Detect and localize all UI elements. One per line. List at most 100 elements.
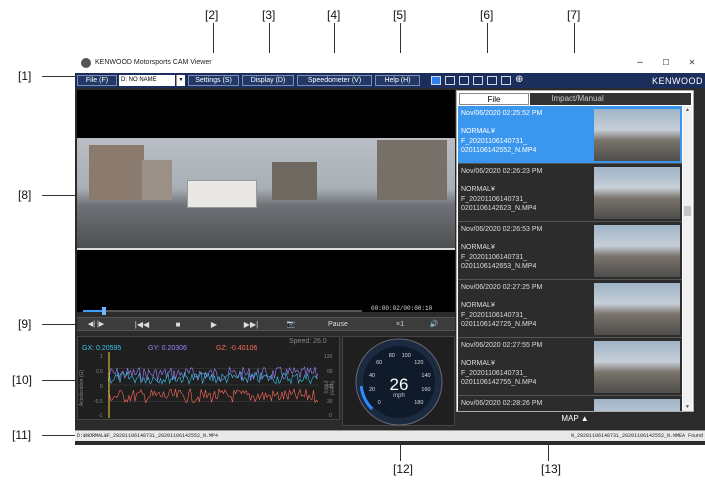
pause-button[interactable]: Pause — [328, 321, 348, 328]
scroll-down-icon[interactable]: ▼ — [683, 404, 692, 410]
left-tick: -0.5 — [94, 399, 103, 405]
leader-line — [42, 76, 75, 77]
map-label: MAP — [561, 414, 579, 423]
window-title: KENWOOD Motorsports CAM Viewer — [95, 59, 212, 66]
frame-step-button[interactable]: ◀| |▶ — [81, 320, 111, 330]
gsensor-graph: GX: 0.20595 GY: 0.20306 GZ: -0.40106 Spe… — [77, 336, 340, 420]
file-name: 0201106142623_N.MP4 — [461, 204, 537, 212]
play-button[interactable]: ▶ — [203, 320, 225, 330]
layout-pip-right-icon[interactable] — [501, 76, 511, 85]
right-tick: 120 — [324, 354, 333, 360]
time-readout: 00:00:02/00:00:10 — [371, 305, 433, 312]
right-tick: 30 — [327, 399, 333, 405]
gauge-tick-label: 180 — [414, 400, 423, 406]
maximize-button[interactable]: ☐ — [659, 58, 673, 67]
callout-11: [11] — [12, 428, 32, 442]
leader-line — [42, 324, 75, 325]
menu-help[interactable]: Help (H) — [375, 75, 420, 86]
scrollbar-thumb[interactable] — [684, 206, 691, 216]
layout-split-icon[interactable] — [459, 76, 469, 85]
file-folder: NORMAL¥ — [461, 302, 495, 310]
callout-9: [9] — [18, 317, 32, 331]
leader-line — [42, 435, 75, 436]
right-tick: 90 — [327, 369, 333, 375]
callout-7: [7] — [567, 8, 581, 22]
file-list-scrollbar[interactable]: ▲ ▼ — [683, 106, 692, 411]
video-area[interactable]: 00:00:02/00:00:10 — [77, 90, 455, 315]
volume-button[interactable]: 🔊 — [423, 320, 445, 330]
zoom-icon[interactable]: ⊕ — [515, 74, 523, 85]
left-axis-title: Acceleration (G) — [79, 369, 86, 407]
building — [377, 140, 447, 200]
building — [272, 162, 317, 200]
callout-1: [1] — [18, 69, 32, 83]
playback-speed[interactable]: ×1 — [396, 321, 404, 328]
layout-top-bottom-icon[interactable] — [473, 76, 483, 85]
list-item[interactable]: Nov/06/2020 02:26:23 PM NORMAL¥ F_20201106… — [458, 164, 682, 222]
previous-file-button[interactable]: |◀◀ — [131, 320, 153, 330]
list-item[interactable]: Nov/06/2020 02:27:55 PM NORMAL¥ F_20201106… — [458, 338, 682, 396]
left-tick: 1 — [100, 354, 103, 360]
list-item[interactable]: Nov/06/2020 02:26:53 PM NORMAL¥ F_20201106… — [458, 222, 682, 280]
menu-settings[interactable]: Settings (S) — [188, 75, 239, 86]
menu-speedometer[interactable]: Speedometer (V) — [297, 75, 372, 86]
triangle-up-icon: ▲ — [580, 414, 589, 423]
tab-impact-manual[interactable]: Impact/Manual — [530, 93, 625, 105]
list-item[interactable]: Nov/06/2020 02:25:52 PM NORMAL¥ F_20201106… — [458, 106, 682, 164]
layout-pip-left-icon[interactable] — [487, 76, 497, 85]
callout-13: [13] — [541, 462, 562, 476]
video-frame — [77, 138, 455, 250]
gsensor-plot[interactable] — [108, 352, 318, 418]
callout-2: [2] — [205, 8, 219, 22]
seek-bar[interactable] — [83, 307, 362, 315]
app-logo-icon — [81, 58, 91, 68]
list-item[interactable]: Nov/06/2020 02:27:25 PM NORMAL¥ F_20201106… — [458, 280, 682, 338]
brand-logo: KENWOOD — [651, 76, 703, 86]
minimize-button[interactable]: – — [633, 57, 647, 68]
gauge-tick-label: 20 — [369, 387, 375, 393]
seek-handle[interactable] — [101, 307, 106, 315]
gx-readout: GX: 0.20595 — [82, 345, 122, 352]
file-list: Nov/06/2020 02:25:52 PM NORMAL¥ F_20201106… — [458, 106, 682, 411]
gauge-tick-label: 120 — [414, 360, 423, 366]
drive-select[interactable]: D: NO NAME — [119, 75, 175, 86]
next-file-button[interactable]: ▶▶| — [240, 320, 262, 330]
file-date: Nov/06/2020 02:26:23 PM — [461, 168, 543, 175]
layout-fullscreen-icon[interactable] — [431, 76, 441, 85]
menu-file[interactable]: File (F) — [77, 75, 117, 86]
leader-line — [42, 380, 75, 381]
close-button[interactable]: ✕ — [685, 58, 699, 67]
menu-display[interactable]: Display (D) — [242, 75, 294, 86]
speed-readout: Speed: 26.0 — [289, 338, 327, 345]
gy-readout: GY: 0.20306 — [148, 345, 187, 352]
chevron-down-icon[interactable]: ▼ — [176, 75, 185, 86]
callout-4: [4] — [327, 8, 341, 22]
file-name: 0201106142653_N.MP4 — [461, 262, 537, 270]
status-gps-info: N_20201106140731_20201106142552_N.NMEA F… — [570, 433, 703, 439]
right-tick: 0 — [329, 413, 332, 419]
gauge-tick-label: 0 — [378, 400, 381, 406]
file-name: F_20201106140731_ — [461, 195, 528, 203]
file-folder: NORMAL¥ — [461, 128, 495, 136]
snapshot-button[interactable]: 📷 — [280, 320, 302, 330]
file-name: F_20201106140731_ — [461, 311, 528, 319]
list-item[interactable]: Nov/06/2020 02:28:26 PM — [458, 396, 682, 411]
road-line — [77, 248, 455, 250]
gz-trace — [108, 387, 318, 404]
tab-file[interactable]: File — [459, 93, 529, 105]
layout-single-icon[interactable] — [445, 76, 455, 85]
callout-10: [10] — [12, 373, 33, 387]
tab-strip-filler — [625, 93, 691, 105]
left-tick: -1 — [98, 413, 103, 419]
file-name: 0201106142755_N.MP4 — [461, 378, 537, 386]
scroll-up-icon[interactable]: ▲ — [683, 107, 692, 113]
file-name: F_20201106140731_ — [461, 253, 528, 261]
status-bar: D:¥NORMAL¥F_20201106140731_2020110614255… — [75, 430, 705, 441]
stop-button[interactable]: ■ — [167, 320, 189, 330]
file-name: F_20201106140731_ — [461, 369, 528, 377]
gauge-tick-label: 160 — [421, 387, 430, 393]
gx-trace — [108, 371, 318, 385]
map-toggle[interactable]: MAP ▲ — [456, 413, 694, 425]
file-thumbnail — [594, 109, 680, 161]
gauge-tick-label: 60 — [376, 360, 382, 366]
